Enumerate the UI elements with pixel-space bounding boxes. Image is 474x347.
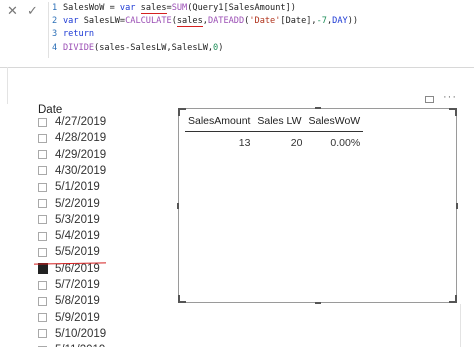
slicer-item[interactable]: 5/8/2019: [38, 293, 100, 309]
focus-mode-icon[interactable]: [425, 96, 434, 103]
slicer-item[interactable]: 5/9/2019: [38, 310, 100, 326]
data-table: SalesAmount Sales LW SalesWoW 13 20 0.00…: [185, 111, 364, 155]
code-token: ): [218, 42, 224, 53]
code-function: DATEADD: [207, 16, 245, 27]
code-keyword: return: [63, 29, 95, 40]
code-function: CALCULATE: [125, 16, 172, 27]
code-token: [Date],: [280, 16, 317, 27]
slicer-item[interactable]: 5/2/2019: [38, 196, 100, 212]
checkbox[interactable]: [38, 296, 47, 306]
slicer-item[interactable]: 4/29/2019: [38, 147, 106, 163]
resize-handle[interactable]: [178, 295, 186, 303]
line-number: 4: [52, 42, 58, 53]
checkbox[interactable]: [38, 199, 47, 208]
resize-handle[interactable]: [315, 302, 321, 304]
code-string: 'Date': [249, 16, 281, 27]
code-variable-sales: sales: [140, 3, 167, 14]
slicer-item[interactable]: 5/11/2019: [38, 342, 105, 347]
resize-handle[interactable]: [449, 108, 457, 116]
checkbox[interactable]: [38, 150, 47, 160]
slicer-item-label: 5/5/2019: [55, 246, 100, 259]
formula-bar-divider: [48, 2, 49, 58]
checkbox[interactable]: [38, 117, 47, 127]
slicer-item-label: 4/29/2019: [55, 148, 107, 161]
slicer-item[interactable]: 4/27/2019: [38, 114, 106, 130]
slicer-item-label: 4/30/2019: [55, 164, 107, 177]
cell-sales-lw: 20: [290, 137, 303, 149]
dax-formula-editor[interactable]: 1 SalesWoW = var sales=SUM(Query1[SalesAm…: [52, 2, 358, 55]
slicer-item[interactable]: 5/1/2019: [38, 179, 100, 195]
code-token: )): [347, 16, 359, 27]
commit-check-icon[interactable]: ✓: [27, 3, 38, 19]
slicer-item[interactable]: 5/4/2019: [38, 228, 100, 244]
slicer-item-label: 5/10/2019: [55, 327, 107, 340]
formula-bar: ✕ ✓ 1 SalesWoW = var sales=SUM(Query1[Sal…: [0, 0, 474, 68]
checkbox[interactable]: [38, 215, 47, 225]
code-keyword: var: [63, 16, 79, 27]
slicer-item-label: 4/28/2019: [55, 132, 107, 145]
slicer-item-label: 5/9/2019: [55, 311, 100, 324]
resize-handle[interactable]: [449, 295, 457, 303]
table-row: 13 20 0.00%: [185, 132, 363, 155]
checkbox[interactable]: [38, 247, 47, 257]
code-keyword: var: [119, 3, 136, 13]
code-token: (Query1[SalesAmount]): [187, 3, 296, 13]
checkbox[interactable]: [38, 329, 47, 339]
slicer-item-label: 5/6/2019: [55, 262, 100, 275]
code-token: SalesWoW =: [63, 3, 120, 13]
slicer-item-label: 5/2/2019: [55, 197, 100, 210]
slicer-item-label: 5/4/2019: [55, 230, 100, 243]
cell-saleswow: 0.00%: [330, 137, 361, 149]
slicer-item-label: 5/7/2019: [55, 279, 100, 291]
code-token: SalesLW=: [78, 16, 126, 27]
table-visual[interactable]: SalesAmount Sales LW SalesWoW 13 20 0.00…: [177, 107, 458, 304]
code-token: (sales-SalesLW,SalesLW,: [94, 42, 214, 53]
slicer-item[interactable]: 5/5/2019: [38, 244, 100, 260]
line-number: 1: [52, 3, 58, 13]
more-options-icon[interactable]: ···: [443, 91, 457, 103]
column-header-sales-lw[interactable]: Sales LW: [253, 111, 306, 132]
code-function: SUM: [171, 3, 188, 13]
close-icon[interactable]: ✕: [7, 3, 18, 19]
slicer-item-label: 4/27/2019: [55, 116, 107, 128]
checkbox-checked[interactable]: [38, 263, 48, 275]
slicer-item[interactable]: 5/3/2019: [38, 212, 100, 228]
checkbox[interactable]: [38, 313, 47, 323]
resize-handle[interactable]: [177, 203, 179, 209]
cell-salesamount: 13: [238, 137, 251, 149]
code-number: -7: [316, 16, 327, 27]
checkbox[interactable]: [38, 182, 47, 192]
canvas-guide-line: [460, 304, 461, 347]
code-function: DIVIDE: [63, 42, 95, 53]
column-header-salesamount[interactable]: SalesAmount: [185, 111, 254, 132]
slicer-item-label: 5/8/2019: [55, 295, 100, 308]
slicer-item[interactable]: 5/7/2019: [38, 277, 100, 293]
canvas-guide-line: [7, 67, 8, 104]
code-variable-sales: sales: [176, 16, 203, 28]
slicer-item[interactable]: 4/28/2019: [38, 130, 106, 146]
code-keyword: DAY: [332, 16, 348, 27]
checkbox[interactable]: [38, 280, 47, 290]
slicer-item[interactable]: 4/30/2019: [38, 163, 106, 179]
resize-handle[interactable]: [456, 203, 458, 209]
checkbox[interactable]: [38, 133, 47, 143]
slicer-item[interactable]: 5/10/2019: [38, 326, 106, 342]
column-header-saleswow[interactable]: SalesWoW: [305, 111, 364, 132]
checkbox[interactable]: [38, 231, 47, 241]
table-header-row: SalesAmount Sales LW SalesWoW: [185, 111, 364, 132]
slicer-item-label: 5/1/2019: [55, 181, 100, 194]
date-slicer-list[interactable]: 4/27/2019 4/28/2019 4/29/2019 4/30/2019 5/1/…: [38, 114, 148, 347]
line-number: 3: [52, 29, 58, 40]
line-number: 2: [52, 16, 58, 27]
checkbox[interactable]: [38, 166, 47, 176]
resize-handle[interactable]: [315, 107, 321, 109]
slicer-item-label: 5/3/2019: [55, 213, 100, 226]
